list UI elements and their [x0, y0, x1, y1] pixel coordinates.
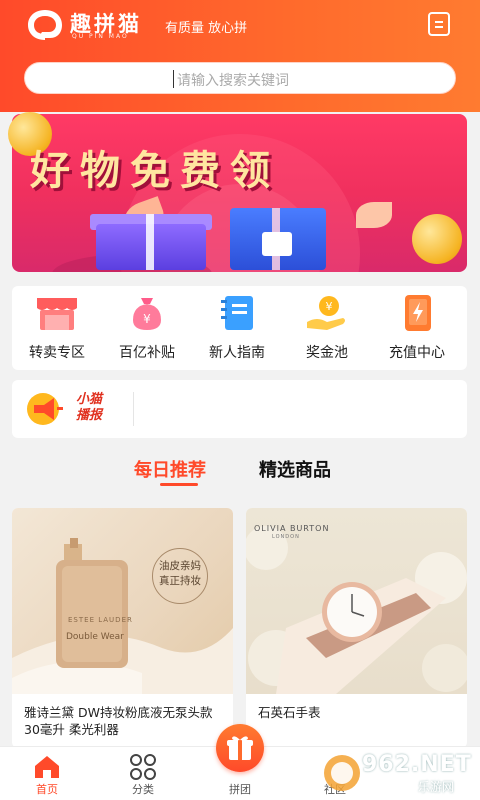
megaphone-icon [27, 393, 63, 425]
category-label: 百亿补贴 [119, 345, 175, 361]
search-placeholder: 请输入搜索关键词 [177, 73, 289, 89]
coupon-card-icon [262, 232, 292, 256]
news-label-line1: 小猫 [76, 392, 103, 407]
watermark-text: 962.NET [362, 752, 472, 777]
product-title: 雅诗兰黛 DW持妆粉底液无泵头款 30毫升 柔光利器 [24, 705, 213, 737]
product-image-caption: 油皮亲妈 [159, 560, 201, 572]
category-label: 奖金池 [306, 345, 348, 361]
coin-hand-icon: ¥ [305, 294, 349, 332]
coin-icon [412, 214, 462, 264]
news-label-line2: 播报 [76, 408, 103, 423]
brand-slogan: 有质量 放心拼 [165, 21, 248, 36]
text-cursor [173, 70, 174, 88]
guide-book-icon [215, 294, 259, 332]
tab-active-indicator [160, 483, 198, 486]
group-buy-button[interactable] [216, 724, 264, 772]
ribbon-decoration [146, 214, 154, 270]
bottle-label: Double Wear [66, 632, 124, 642]
product-card[interactable]: ESTEE LAUDER Double Wear 油皮亲妈 真正持妆 雅诗兰黛 … [12, 508, 233, 748]
product-image: OLIVIA BURTON LONDON [246, 508, 467, 694]
category-item-guide[interactable]: 新人指南 [192, 294, 282, 362]
leaf-decoration [356, 202, 392, 228]
nav-label: 首页 [36, 783, 58, 796]
shop-icon [35, 294, 79, 332]
banner-title: 好物免费领 [30, 148, 280, 194]
product-title: 石英石手表 [258, 705, 321, 720]
search-input[interactable]: 请输入搜索关键词 [24, 62, 456, 94]
news-label: 小猫 播报 [76, 392, 102, 424]
news-ticker[interactable]: 小猫 播报 [12, 380, 467, 438]
bottle-brand: ESTEE LAUDER [68, 616, 133, 624]
watermark-sub: 乐游网 [418, 780, 455, 794]
nav-label: 分类 [132, 783, 154, 796]
app-logo-icon [28, 10, 62, 40]
nav-label: 拼团 [229, 783, 251, 796]
brand-subtitle: QU PIN MAO [72, 33, 129, 40]
site-watermark: 962.NET 乐游网 [322, 750, 474, 796]
svg-text:¥: ¥ [143, 312, 151, 326]
gift-icon [227, 736, 253, 760]
svg-text:¥: ¥ [326, 300, 333, 313]
product-image: ESTEE LAUDER Double Wear 油皮亲妈 真正持妆 [12, 508, 233, 694]
category-icon [130, 754, 156, 780]
tab-daily-recommend[interactable]: 每日推荐 [134, 456, 206, 482]
tab-selected-goods[interactable]: 精选商品 [259, 456, 331, 482]
product-image-caption: 真正持妆 [159, 575, 201, 587]
product-image-sub: LONDON [272, 534, 300, 540]
product-image-brand: OLIVIA BURTON [254, 524, 330, 533]
home-icon [35, 756, 59, 778]
category-item-recharge[interactable]: 充值中心 [372, 294, 462, 362]
category-item-resale[interactable]: 转卖专区 [12, 294, 102, 362]
category-label: 转卖专区 [29, 345, 85, 361]
category-item-subsidy[interactable]: ¥ 百亿补贴 [102, 294, 192, 362]
category-label: 充值中心 [389, 345, 445, 361]
product-card[interactable]: OLIVIA BURTON LONDON 石英石手表 [246, 508, 467, 748]
divider [133, 392, 134, 426]
category-label: 新人指南 [209, 345, 265, 361]
money-bag-icon: ¥ [125, 294, 169, 332]
app-header: 趣拼猫 QU PIN MAO 有质量 放心拼 请输入搜索关键词 [0, 0, 480, 112]
phone-charge-icon [395, 294, 439, 332]
category-menu: 转卖专区 ¥ 百亿补贴 新人指南 ¥ 奖金池 充值中心 [12, 286, 467, 370]
menu-icon[interactable] [428, 12, 450, 36]
category-item-bonus-pool[interactable]: ¥ 奖金池 [282, 294, 372, 362]
